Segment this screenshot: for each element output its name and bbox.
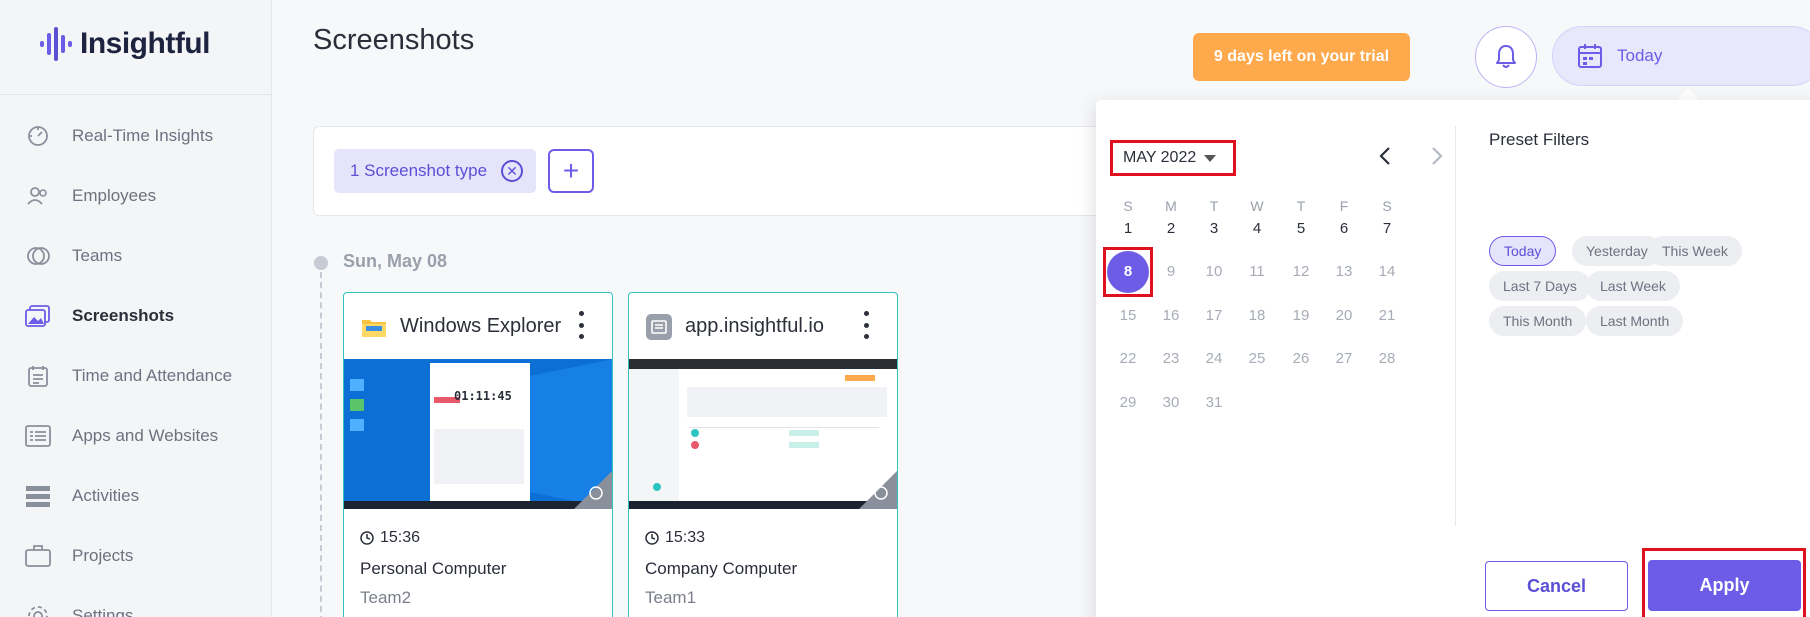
capture-time-label: 15:36 (380, 529, 421, 546)
sidebar-divider (0, 94, 272, 95)
cancel-button[interactable]: Cancel (1485, 561, 1628, 611)
calendar-list-icon (24, 362, 52, 390)
page-title: Screenshots (313, 24, 475, 56)
month-select[interactable]: MAY 2022 (1110, 140, 1236, 176)
sidebar-item-label: Screenshots (72, 306, 175, 325)
capture-time: 15:36 (360, 529, 420, 547)
bell-icon (1496, 45, 1516, 68)
device-name: Company Computer (645, 559, 798, 578)
gear-icon (24, 602, 52, 617)
calendar-day: 28 (1378, 350, 1396, 367)
card-menu-button[interactable] (861, 311, 871, 339)
add-filter-button[interactable]: + (548, 149, 594, 193)
calendar-icon (1578, 44, 1602, 68)
calendar-day: 31 (1205, 393, 1223, 411)
next-month-icon[interactable] (1424, 144, 1448, 168)
sidebar-item-time-and-attendance[interactable]: Time and Attendance (0, 346, 272, 406)
preset-filters-title: Preset Filters (1489, 130, 1590, 149)
filter-bar: 1 Screenshot type ✕ + (313, 126, 1133, 216)
preset-today[interactable]: Today (1489, 236, 1557, 266)
screenshot-card[interactable]: app.insightful.io 15:33 Company Computer… (628, 292, 898, 617)
sidebar-item-projects[interactable]: Projects (0, 526, 272, 586)
sidebar-item-activities[interactable]: Activities (0, 466, 272, 526)
preset-this-week[interactable]: This Week (1648, 236, 1742, 266)
picker-divider (1455, 126, 1456, 526)
sidebar-item-label: Apps and Websites (72, 426, 219, 445)
timeline-date: Sun, May 08 (343, 251, 448, 271)
screenshot-thumbnail[interactable]: 01:11:45 (344, 359, 612, 509)
sidebar-item-label: Time and Attendance (72, 366, 233, 385)
sidebar-item-label: Teams (72, 246, 123, 265)
sidebar-item-label: Activities (72, 486, 140, 505)
clock-icon (360, 531, 374, 545)
preset-last-7-days[interactable]: Last 7 Days (1489, 271, 1591, 301)
logo-icon (40, 27, 72, 61)
app-name: app.insightful.io (685, 315, 824, 337)
team-name: Team2 (360, 588, 412, 607)
webapp-thumbnail-image (629, 359, 897, 509)
clock-icon (645, 531, 659, 545)
sidebar-item-label: Employees (72, 186, 157, 205)
people-icon (24, 182, 52, 210)
folder-icon (362, 320, 386, 337)
calendar-day[interactable]: 7 (1362, 203, 1412, 253)
calendar-day: 25 (1248, 350, 1266, 367)
sidebar-item-employees[interactable]: Employees (0, 166, 272, 226)
app-name: Windows Explorer (400, 315, 562, 337)
calendar-day: 14 (1378, 263, 1396, 280)
date-range-label: Today (1617, 46, 1663, 65)
team-name: Team1 (645, 588, 697, 607)
notifications-button[interactable] (1475, 26, 1537, 88)
capture-time: 15:33 (645, 529, 705, 547)
card-menu-button[interactable] (576, 311, 586, 339)
date-picker-popup: MAY 2022 S M T W T F S 1 2 3 4 5 6 7 8 9 10 11 12 13 14 15 16 1… (1096, 100, 1810, 617)
sidebar-item-label: Settings (72, 606, 134, 617)
sidebar-nav: Real-Time Insights Employees Teams Screensh… (0, 106, 272, 617)
thumbnail-timer: 01:11:45 (454, 389, 512, 403)
browser-app-icon (646, 314, 672, 340)
teams-icon (24, 242, 52, 270)
images-icon (24, 302, 52, 330)
capture-time-label: 15:33 (665, 529, 706, 546)
sidebar-item-label: Projects (72, 546, 134, 565)
timeline-dot (314, 256, 328, 270)
timeline-line (320, 272, 322, 617)
stack-icon (24, 482, 52, 510)
logo-text: Insightful (80, 27, 210, 60)
date-range-button[interactable]: Today (1552, 26, 1810, 86)
month-label: MAY 2022 (1123, 149, 1197, 166)
sidebar-item-teams[interactable]: Teams (0, 226, 272, 286)
calendar-day: 11 (1249, 263, 1265, 280)
browser-list-icon (24, 422, 52, 450)
calendar-day: 21 (1378, 306, 1396, 324)
gauge-icon (24, 122, 52, 150)
filter-chip-label: 1 Screenshot type (350, 161, 488, 180)
preset-this-month[interactable]: This Month (1489, 306, 1587, 336)
sidebar-item-settings[interactable]: Settings (0, 586, 272, 617)
desktop-thumbnail-image (344, 359, 612, 509)
sidebar-item-label: Real-Time Insights (72, 126, 214, 145)
device-name: Personal Computer (360, 559, 507, 578)
apply-button[interactable]: Apply (1648, 560, 1801, 611)
filter-chip-screenshot-type[interactable]: 1 Screenshot type ✕ (334, 149, 536, 193)
trial-badge[interactable]: 9 days left on your trial (1193, 33, 1410, 81)
preset-last-week[interactable]: Last Week (1586, 271, 1680, 301)
screenshot-thumbnail[interactable] (629, 359, 897, 509)
caret-down-icon (1204, 154, 1217, 162)
sidebar-item-real-time-insights[interactable]: Real-Time Insights (0, 106, 272, 166)
calendar-day: 18 (1248, 306, 1266, 324)
screenshot-card[interactable]: Windows Explorer 01:11:45 15:36 Personal… (343, 292, 613, 617)
prev-month-icon[interactable] (1374, 144, 1398, 168)
sidebar-item-screenshots[interactable]: Screenshots (0, 286, 272, 346)
briefcase-icon (24, 542, 52, 570)
sidebar: Insightful Real-Time Insights Employees Te… (0, 0, 272, 617)
sidebar-item-apps-and-websites[interactable]: Apps and Websites (0, 406, 272, 466)
preset-last-month[interactable]: Last Month (1586, 306, 1684, 336)
remove-filter-icon[interactable]: ✕ (501, 160, 524, 182)
logo[interactable]: Insightful (40, 22, 210, 66)
calendar-day[interactable]: 4 (1232, 203, 1282, 253)
